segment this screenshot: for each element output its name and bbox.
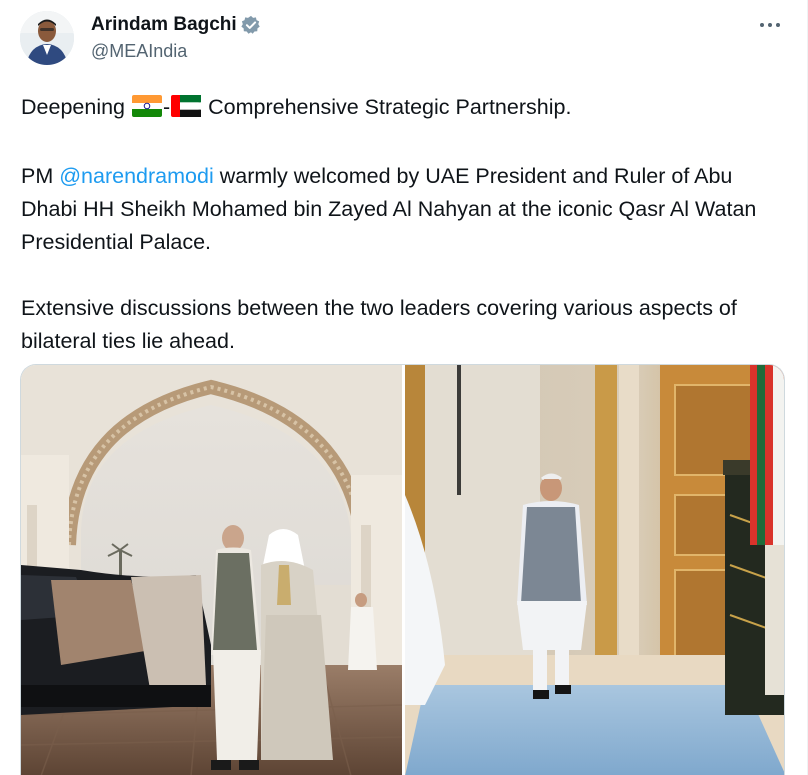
- mention-link[interactable]: @narendramodi: [59, 164, 214, 188]
- author-handle[interactable]: @MEAIndia: [91, 41, 187, 62]
- text-pm: PM: [21, 164, 60, 188]
- author-avatar[interactable]: [20, 11, 74, 65]
- tweet-text: Deepening - Comprehensive Strategic Part…: [21, 91, 791, 358]
- verified-badge-icon: [241, 15, 261, 35]
- india-flag-emoji: [131, 94, 162, 127]
- flag-separator: -: [162, 95, 171, 119]
- media-gallery: [20, 364, 785, 775]
- author-name[interactable]: Arindam Bagchi: [91, 14, 237, 36]
- more-options-icon[interactable]: [756, 13, 784, 37]
- tweet-paragraph-2: PM @narendramodi warmly welcomed by UAE …: [21, 160, 791, 259]
- tweet-paragraph-3: Extensive discussions between the two le…: [21, 296, 737, 353]
- photo-palace-arch-greeting[interactable]: [21, 365, 402, 775]
- author-name-row: Arindam Bagchi: [91, 14, 261, 36]
- uae-flag-emoji: [171, 94, 202, 127]
- tweet-header: Arindam Bagchi @MEAIndia: [20, 11, 788, 67]
- text-partnership: Comprehensive Strategic Partnership.: [202, 95, 572, 119]
- text-deepening: Deepening: [21, 95, 131, 119]
- photo-guard-of-honour-walk[interactable]: [405, 365, 784, 775]
- tweet-line-1: Deepening - Comprehensive Strategic Part…: [21, 91, 791, 127]
